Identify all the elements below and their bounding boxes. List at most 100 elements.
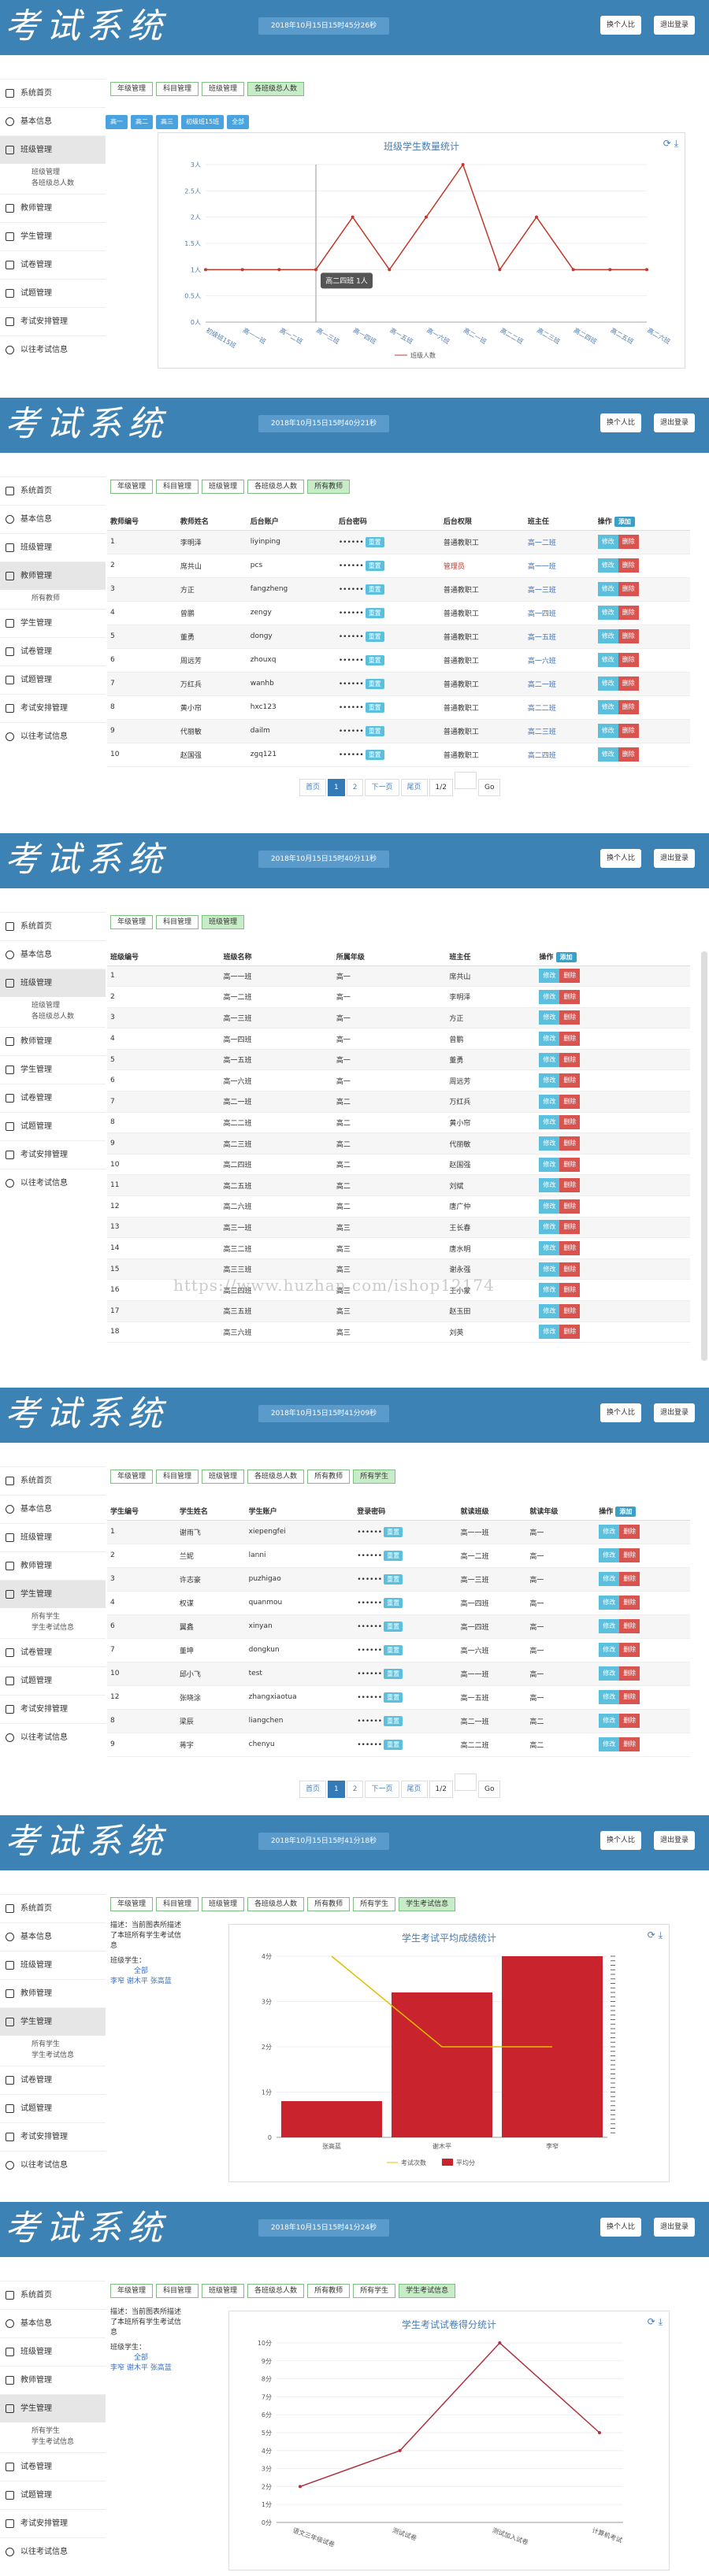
add-button[interactable]: 添加	[615, 1506, 637, 1517]
cell-head-class[interactable]: 高一三班	[524, 577, 595, 602]
tab-class[interactable]: 班级管理	[202, 1897, 245, 1911]
data-point[interactable]	[351, 215, 354, 219]
edit-button[interactable]: 修改	[539, 1325, 560, 1340]
sub-class-manage[interactable]: 班级管理	[32, 1000, 106, 1011]
logout-button[interactable]: 退出登录	[654, 16, 696, 35]
delete-button[interactable]: 删除	[559, 1220, 581, 1235]
delete-button[interactable]: 删除	[618, 747, 639, 762]
delete-button[interactable]: 删除	[559, 1052, 581, 1067]
tab-students[interactable]: 所有学生	[353, 1897, 396, 1911]
data-point[interactable]	[498, 2341, 502, 2344]
edit-button[interactable]: 修改	[597, 676, 618, 691]
nav-paper[interactable]: 试卷管理	[0, 2066, 106, 2094]
delete-button[interactable]: 删除	[559, 1094, 581, 1109]
edit-button[interactable]: 修改	[539, 1220, 560, 1235]
nav-history[interactable]: 以往考试信息	[0, 335, 106, 364]
scrollbar[interactable]	[701, 951, 707, 1361]
edit-button[interactable]: 修改	[539, 1303, 560, 1318]
reset-password-button[interactable]: 重置	[365, 631, 384, 642]
add-button[interactable]: 添加	[555, 951, 577, 962]
edit-button[interactable]: 修改	[597, 653, 618, 667]
edit-button[interactable]: 修改	[539, 1262, 560, 1277]
delete-button[interactable]: 删除	[559, 969, 581, 984]
nav-question[interactable]: 试题管理	[0, 1112, 106, 1140]
page-go[interactable]: Go	[478, 779, 501, 796]
page-last[interactable]: 尾页	[400, 779, 428, 796]
data-point[interactable]	[240, 268, 244, 272]
delete-button[interactable]: 删除	[559, 1136, 581, 1151]
delete-button[interactable]: 删除	[559, 1303, 581, 1318]
nav-class[interactable]: 班级管理	[0, 969, 106, 997]
edit-button[interactable]: 修改	[539, 1052, 560, 1067]
edit-button[interactable]: 修改	[599, 1643, 620, 1657]
delete-button[interactable]: 删除	[618, 676, 639, 691]
student-all-link[interactable]: 全部	[110, 1966, 181, 1977]
switch-user-button[interactable]: 换个人比	[600, 849, 642, 868]
nav-paper[interactable]: 试卷管理	[0, 1638, 106, 1666]
tab-teachers[interactable]: 所有教师	[307, 1897, 351, 1911]
logout-button[interactable]: 退出登录	[654, 2218, 696, 2237]
edit-button[interactable]: 修改	[599, 1690, 620, 1704]
edit-button[interactable]: 修改	[599, 1572, 620, 1586]
tab-grade[interactable]: 年级管理	[110, 480, 154, 494]
delete-button[interactable]: 删除	[559, 1325, 581, 1340]
sub-student-exam[interactable]: 学生考试信息	[32, 2437, 106, 2448]
cell-head-class[interactable]: 高一二班	[524, 530, 595, 554]
nav-class[interactable]: 班级管理	[0, 135, 106, 164]
delete-button[interactable]: 删除	[619, 1690, 640, 1704]
tab-subject[interactable]: 科目管理	[156, 1897, 199, 1911]
edit-button[interactable]: 修改	[597, 535, 618, 549]
edit-button[interactable]: 修改	[539, 1136, 560, 1151]
sub-student-exam[interactable]: 学生考试信息	[32, 1622, 106, 1633]
page-next[interactable]: 下一页	[365, 779, 399, 796]
tab-class-count[interactable]: 各班级总人数	[247, 1470, 305, 1484]
delete-button[interactable]: 删除	[619, 1737, 640, 1751]
tab-student-exam[interactable]: 学生考试信息	[399, 1897, 456, 1911]
data-point[interactable]	[398, 2448, 402, 2452]
nav-basic[interactable]: 基本信息	[0, 940, 106, 969]
student-link[interactable]: 张高蓝	[150, 2364, 172, 2372]
data-point[interactable]	[425, 215, 428, 219]
reset-password-button[interactable]: 重置	[384, 1526, 403, 1537]
nav-basic[interactable]: 基本信息	[0, 107, 106, 135]
nav-home[interactable]: 系统首页	[0, 79, 106, 107]
nav-class[interactable]: 班级管理	[0, 2337, 106, 2366]
nav-basic[interactable]: 基本信息	[0, 2309, 106, 2337]
data-point[interactable]	[571, 268, 575, 272]
nav-student[interactable]: 学生管理	[0, 1055, 106, 1084]
data-point[interactable]	[204, 268, 207, 272]
tab-class-count[interactable]: 各班级总人数	[247, 1897, 305, 1911]
reset-password-button[interactable]: 重置	[365, 584, 384, 595]
cell-head-class[interactable]: 高一四班	[524, 601, 595, 625]
nav-paper[interactable]: 试卷管理	[0, 250, 106, 279]
nav-class[interactable]: 班级管理	[0, 1951, 106, 1979]
nav-student[interactable]: 学生管理	[0, 1580, 106, 1608]
tab-subject[interactable]: 科目管理	[156, 1470, 199, 1484]
nav-student[interactable]: 学生管理	[0, 2007, 106, 2036]
sub-all-students[interactable]: 所有学生	[32, 2426, 106, 2437]
tab-subject[interactable]: 科目管理	[156, 915, 199, 929]
filter-all[interactable]: 全部	[227, 115, 250, 129]
nav-paper[interactable]: 试卷管理	[0, 2452, 106, 2481]
student-link[interactable]: 张高蓝	[150, 1977, 172, 1985]
delete-button[interactable]: 删除	[559, 1115, 581, 1130]
page-input[interactable]	[455, 772, 477, 789]
nav-student[interactable]: 学生管理	[0, 609, 106, 637]
page-1[interactable]: 1	[328, 1781, 345, 1798]
switch-user-button[interactable]: 换个人比	[600, 1403, 642, 1422]
data-point[interactable]	[461, 163, 465, 166]
delete-button[interactable]: 删除	[618, 629, 639, 643]
reset-password-button[interactable]: 重置	[384, 1715, 403, 1726]
nav-teacher[interactable]: 教师管理	[0, 562, 106, 590]
nav-question[interactable]: 试题管理	[0, 2094, 106, 2122]
nav-question[interactable]: 试题管理	[0, 665, 106, 694]
nav-paper[interactable]: 试卷管理	[0, 637, 106, 665]
tab-class[interactable]: 班级管理	[202, 2284, 245, 2298]
edit-button[interactable]: 修改	[539, 989, 560, 1004]
tab-class[interactable]: 班级管理	[202, 480, 245, 494]
edit-button[interactable]: 修改	[539, 1241, 560, 1256]
delete-button[interactable]: 删除	[618, 724, 639, 738]
data-point[interactable]	[388, 268, 392, 272]
reset-password-button[interactable]: 重置	[365, 749, 384, 760]
switch-user-button[interactable]: 换个人比	[600, 16, 642, 35]
